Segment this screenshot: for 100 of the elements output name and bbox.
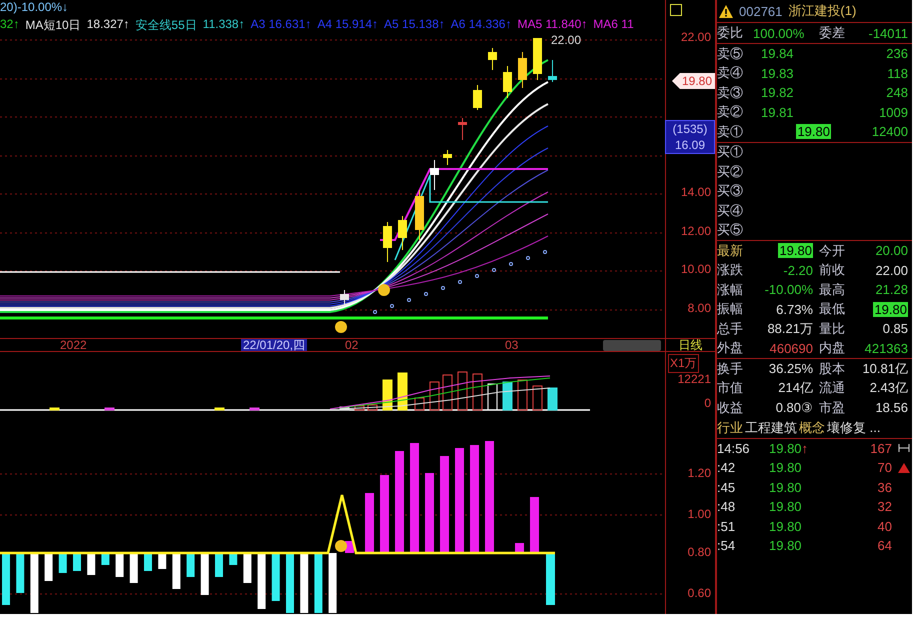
volume-bar [368, 404, 378, 410]
indicator-bar [58, 553, 67, 573]
scroll-up-icon[interactable] [898, 462, 910, 473]
field-value: 19.80 [778, 243, 813, 258]
field-label: 流通 [819, 379, 846, 398]
volume-bar [518, 380, 528, 410]
order-volume: 1009 [878, 104, 908, 120]
order-volume: 118 [886, 66, 908, 81]
axis-label: 1.20 [688, 466, 711, 480]
order-price: 19.80 [796, 124, 831, 140]
field-label: 外盘 [717, 339, 744, 358]
candlestick [430, 160, 439, 190]
candlestick [473, 84, 482, 110]
price-label: 22.00 [551, 33, 582, 47]
candlestick [503, 66, 512, 98]
field-value: 88.21万 [766, 320, 813, 338]
trade-price: 19.80 [769, 460, 803, 476]
field-value: 214亿 [777, 379, 813, 398]
pin-icon[interactable] [898, 444, 910, 452]
axis-label: 0.60 [688, 586, 711, 600]
field-label: 内盘 [819, 339, 846, 358]
order-price: 19.81 [761, 104, 795, 120]
volume-bar [414, 398, 424, 410]
candlestick [383, 222, 392, 262]
trade-time: :42 [717, 460, 736, 476]
candlestick [518, 52, 527, 88]
indicator-bar [186, 553, 195, 577]
indicator-bar [172, 553, 180, 589]
indicator-legend-item: MA6 11 [593, 17, 634, 33]
candlestick [548, 60, 557, 82]
volume-bar [548, 388, 558, 410]
order-price: 19.83 [761, 66, 795, 81]
field-value: 10.81亿 [861, 360, 908, 378]
indicator-bar [286, 553, 294, 613]
unit-label: X1万 [668, 354, 699, 373]
stock-name: 浙江建投(1) [788, 2, 856, 20]
warning-icon[interactable] [719, 4, 733, 18]
field-value: 100.00% [753, 26, 806, 40]
volume-bar [104, 408, 114, 410]
volume-bar [340, 406, 350, 410]
field-label: 概念 [799, 418, 825, 436]
trade-time: :51 [717, 518, 736, 534]
order-label: 卖③ [717, 84, 744, 102]
legend-text: 20)-10.00%↓ [0, 0, 68, 14]
field-value: 6.73% [775, 302, 813, 317]
field-label: 股本 [819, 360, 846, 378]
field-label: 涨跌 [717, 261, 744, 280]
candlestick [398, 216, 407, 250]
order-volume: 12400 [870, 124, 908, 140]
order-label: 卖⑤ [717, 44, 744, 63]
volume-bar [250, 408, 260, 410]
field-value: 0.85 [882, 321, 908, 336]
indicator-bar [328, 553, 337, 613]
field-label: 收益 [717, 398, 744, 417]
indicator-bar [2, 553, 10, 605]
candlestick [415, 190, 424, 240]
date-label: 03 [505, 339, 518, 351]
square-icon[interactable] [670, 4, 682, 16]
indicator-bar [30, 553, 38, 613]
field-label: 最低 [819, 300, 846, 318]
trade-volume: 40 [876, 518, 892, 534]
order-label: 买① [717, 143, 744, 162]
order-price: 19.82 [761, 85, 795, 100]
field-value: 20.00 [874, 243, 908, 258]
indicator-bar [258, 553, 266, 609]
last-price-tag: 19.80 [672, 73, 715, 89]
field-label: 委差 [819, 24, 846, 42]
field-label: 今开 [819, 242, 846, 260]
indicator-legend-item: MA短10日 [25, 17, 81, 34]
indicator-bar [16, 553, 24, 593]
field-value: 460690 [768, 340, 813, 356]
order-price: 19.84 [761, 46, 795, 62]
indicator-bar [515, 543, 524, 553]
axis-label: 12.00 [680, 224, 711, 238]
axis-label: 22.00 [680, 30, 711, 44]
scroll-thumb[interactable] [603, 340, 661, 351]
field-label: 市盈 [819, 398, 846, 417]
indicator-bar [116, 553, 124, 577]
trade-volume: 32 [876, 499, 892, 514]
trade-time: :45 [717, 480, 736, 495]
stock-code: 002761 [739, 4, 782, 18]
axis-label: 12221 [678, 372, 711, 386]
field-value: 421363 [864, 340, 908, 356]
field-label: 前收 [819, 261, 846, 280]
indicator-legend-item: 11.338↑ [202, 17, 245, 33]
trade-time: :48 [717, 499, 736, 514]
field-label: 最新 [717, 242, 744, 260]
order-label: 卖④ [717, 64, 744, 82]
field-label: 行业 [717, 418, 743, 436]
indicator-legend-item: A5 15.138↑ [384, 17, 445, 33]
indicator-bar [87, 553, 96, 575]
period-label[interactable]: 日线 [666, 339, 715, 352]
field-value: 2.43亿 [868, 379, 908, 398]
field-label: 总手 [717, 320, 744, 338]
axis-label: 14.00 [680, 185, 711, 199]
field-label: 市值 [717, 379, 744, 398]
indicator-bar [314, 553, 322, 613]
field-label: 振幅 [717, 300, 744, 318]
order-label: 买④ [717, 202, 744, 220]
indicator-bar [365, 493, 374, 553]
